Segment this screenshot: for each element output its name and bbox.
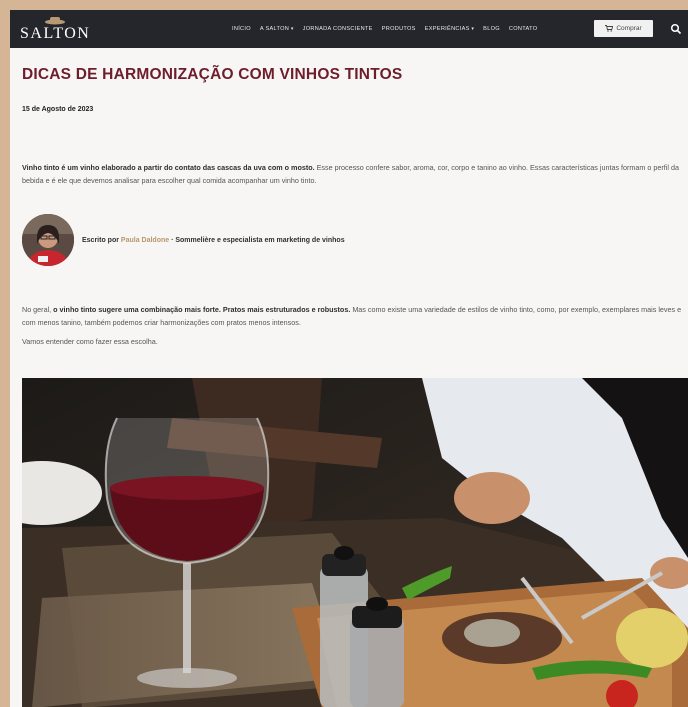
author-text: Escrito por Paula Daldone · Sommelière e… (82, 237, 345, 244)
search-icon[interactable] (670, 23, 682, 35)
chevron-down-icon: ▾ (289, 26, 294, 32)
author-link[interactable]: Paula Daldone (121, 237, 169, 244)
logo-text: SALTON (20, 25, 91, 42)
article-title: DICAS DE HARMONIZAÇÃO COM VINHOS TINTOS (22, 66, 403, 83)
intro-paragraph: Vinho tinto é um vinho elaborado a parti… (22, 162, 682, 187)
nav-item-3[interactable]: PRODUTOS (382, 26, 416, 32)
body-paragraph-1: No geral, o vinho tinto sugere uma combi… (22, 304, 682, 329)
author-prefix: Escrito por (82, 236, 119, 244)
nav-item-2[interactable]: JORNADA CONSCIENTE (303, 26, 373, 32)
nav-item-0[interactable]: INÍCIO (232, 26, 251, 32)
nav-item-5[interactable]: BLOG (483, 26, 500, 32)
page: SALTON INÍCIO A SALTON ▾ JORNADA CONSCIENT… (10, 10, 688, 707)
intro-bold: Vinho tinto é um vinho elaborado a parti… (22, 163, 315, 172)
buy-button[interactable]: Comprar (594, 20, 653, 37)
nav-item-6[interactable]: CONTATO (509, 26, 538, 32)
buy-button-label: Comprar (616, 25, 642, 32)
article-date: 15 de Agosto de 2023 (22, 106, 94, 113)
nav-item-1[interactable]: A SALTON ▾ (260, 26, 294, 32)
cart-icon (605, 25, 614, 32)
chevron-down-icon: ▾ (469, 26, 475, 32)
site-header: SALTON INÍCIO A SALTON ▾ JORNADA CONSCIENT… (10, 10, 688, 48)
salton-logo[interactable]: SALTON (20, 16, 90, 44)
body-paragraph-2: Vamos entender como fazer essa escolha. (22, 337, 158, 346)
body-start: No geral, (22, 305, 54, 314)
author-avatar (22, 214, 74, 266)
wine-dinner-photo (22, 378, 688, 707)
main-nav: INÍCIO A SALTON ▾ JORNADA CONSCIENTE PRODUT… (232, 10, 537, 48)
author-byline: Escrito por Paula Daldone · Sommelière e… (22, 212, 345, 268)
hero-image (22, 378, 688, 707)
logo-emblem-icon (45, 17, 65, 25)
author-photo (22, 214, 74, 266)
author-role: · Sommelière e especialista em marketing… (169, 236, 345, 244)
nav-item-4[interactable]: EXPERIÊNCIAS ▾ (425, 26, 474, 32)
body-bold: o vinho tinto sugere uma combinação mais… (53, 305, 351, 314)
